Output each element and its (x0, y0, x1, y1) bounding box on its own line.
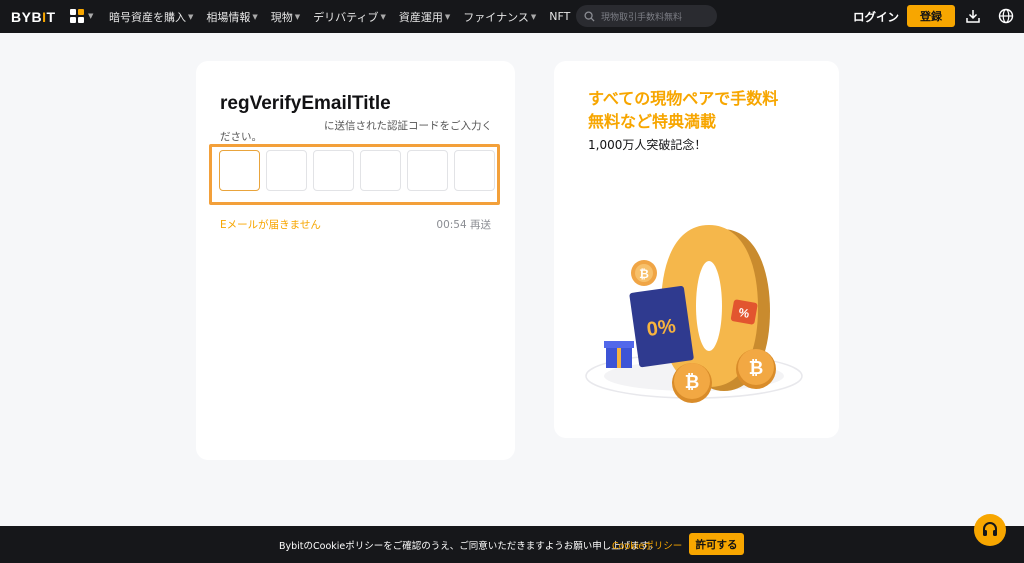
code-digit-6[interactable] (454, 150, 495, 191)
resend-timer[interactable]: 00:54 再送 (436, 217, 491, 232)
search-icon (584, 10, 595, 22)
globe-icon[interactable] (998, 8, 1014, 24)
headset-icon (983, 522, 997, 536)
code-digit-1[interactable] (219, 150, 260, 191)
apps-grid-icon (70, 9, 84, 23)
top-nav-bar: BYBIT ▼ 暗号資産を購入 ▼ 相場情報 ▼ 現物 ▼ デリバティブ ▼ 資産運用 ▼… (0, 0, 1024, 33)
login-button[interactable]: ログイン (853, 9, 899, 25)
cookie-banner: BybitのCookieポリシーをご確認のうえ、ご同意いただきますようお願い申し… (0, 526, 1024, 563)
svg-text:₿: ₿ (639, 267, 649, 281)
download-icon[interactable] (965, 8, 981, 24)
nav-nft[interactable]: NFT (549, 10, 570, 23)
zero-fee-illustration: 0% ₿ ₿ ₿ % (585, 225, 803, 403)
register-button[interactable]: 登録 (907, 5, 955, 27)
search-input[interactable]: 現物取引手数料無料 (576, 5, 717, 27)
main-nav: 暗号資産を購入 ▼ 相場情報 ▼ 現物 ▼ デリバティブ ▼ 資産運用 ▼ ファイナンス ▼… (109, 0, 583, 33)
code-digit-4[interactable] (360, 150, 401, 191)
support-chat-button[interactable] (974, 514, 1006, 546)
svg-text:₿: ₿ (749, 358, 764, 378)
verification-code-input (219, 150, 495, 191)
ticket-zero-percent: 0% (645, 315, 677, 341)
nav-derivatives[interactable]: デリバティブ ▼ (313, 9, 386, 25)
code-digit-5[interactable] (407, 150, 448, 191)
promo-title-line2: 無料など特典満載 (588, 112, 717, 131)
page-title: regVerifyEmailTitle (220, 93, 391, 114)
promo-subtitle: 1,000万人突破記念！ (588, 138, 707, 152)
verify-instructions: に送信された認証コードをご入力く (324, 120, 492, 132)
bybit-logo[interactable]: BYBIT (11, 9, 56, 25)
verify-email-card: regVerifyEmailTitle に送信された認証コードをご入力く ださい… (196, 61, 515, 460)
nav-earn[interactable]: 資産運用 ▼ (399, 9, 450, 25)
svg-text:₿: ₿ (685, 372, 700, 392)
search-placeholder: 現物取引手数料無料 (601, 12, 683, 23)
code-digit-3[interactable] (313, 150, 354, 191)
nav-markets[interactable]: 相場情報 ▼ (206, 9, 257, 25)
chevron-down-icon: ▼ (88, 12, 94, 20)
verify-instructions-cont: ださい。 (220, 131, 262, 143)
nav-finance[interactable]: ファイナンス ▼ (463, 9, 536, 25)
apps-menu[interactable]: ▼ (70, 9, 93, 23)
cookie-policy-link[interactable]: Cookieポリシー (612, 538, 682, 552)
cookie-text: BybitのCookieポリシーをご確認のうえ、ご同意いただきますようお願い申し… (279, 541, 658, 552)
promo-card: すべての現物ペアで手数料 無料など特典満載 1,000万人突破記念！ 0% ₿ … (554, 61, 839, 438)
promo-title-line1: すべての現物ペアで手数料 (588, 89, 779, 108)
nav-buy-crypto[interactable]: 暗号資産を購入 ▼ (109, 9, 193, 25)
nav-spot[interactable]: 現物 ▼ (271, 9, 300, 25)
allow-cookies-button[interactable]: 許可する (689, 533, 744, 555)
code-digit-2[interactable] (266, 150, 307, 191)
no-email-link[interactable]: Eメールが届きません (220, 217, 321, 232)
